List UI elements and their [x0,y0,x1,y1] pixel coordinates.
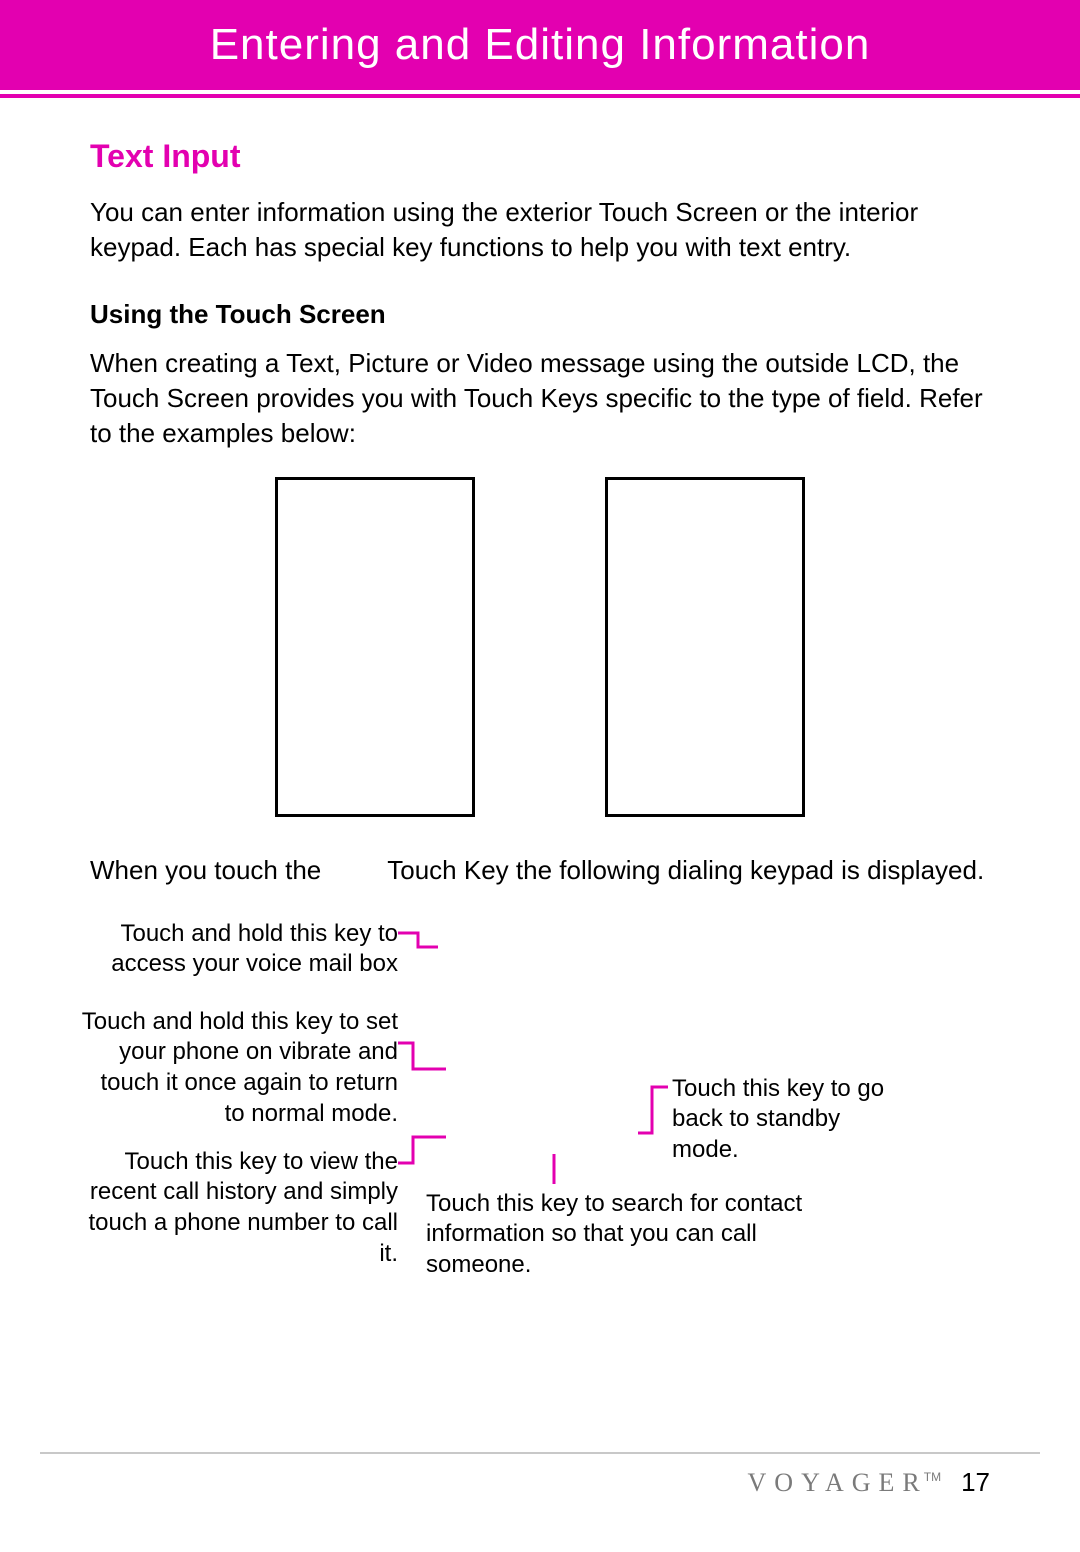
example-screen-placeholder [275,477,475,817]
subsection-title: Using the Touch Screen [90,299,990,330]
callout-vibrate: Touch and hold this key to set your phon… [80,1007,398,1130]
callout-leader-icon [398,933,448,968]
callout-standby: Touch this key to go back to standby mod… [672,1074,902,1166]
callout-leader-icon [638,1087,678,1152]
chapter-title: Entering and Editing Information [210,20,871,70]
subsection-paragraph: When creating a Text, Picture or Video m… [90,346,990,451]
intro-paragraph: You can enter information using the exte… [90,195,990,265]
callout-leader-icon [398,1137,458,1182]
callout-leader-icon [398,1043,458,1088]
callout-recent-calls: Touch this key to view the recent call h… [80,1147,398,1270]
page-number: 17 [961,1467,990,1498]
touch-key-sentence-part-b: Touch Key the following dialing keypad i… [387,855,984,885]
footer-divider [40,1452,1040,1454]
callout-search-contact: Touch this key to search for contact inf… [426,1189,856,1281]
trademark-symbol: TM [924,1470,941,1484]
example-screens-row [90,477,990,817]
callout-leader-icon [548,1154,568,1195]
chapter-header-band: Entering and Editing Information [0,0,1080,90]
callout-voicemail: Touch and hold this key to access your v… [90,919,398,980]
section-title: Text Input [90,138,990,175]
brand-name: VOYAGER [748,1468,928,1497]
page-footer: VOYAGERTM 17 [748,1467,990,1498]
touch-key-sentence: When you touch the Touch Key the followi… [90,853,990,888]
dialpad-callout-diagram: Touch and hold this key to access your v… [90,899,990,1329]
example-screen-placeholder [605,477,805,817]
touch-key-sentence-part-a: When you touch the [90,855,321,885]
